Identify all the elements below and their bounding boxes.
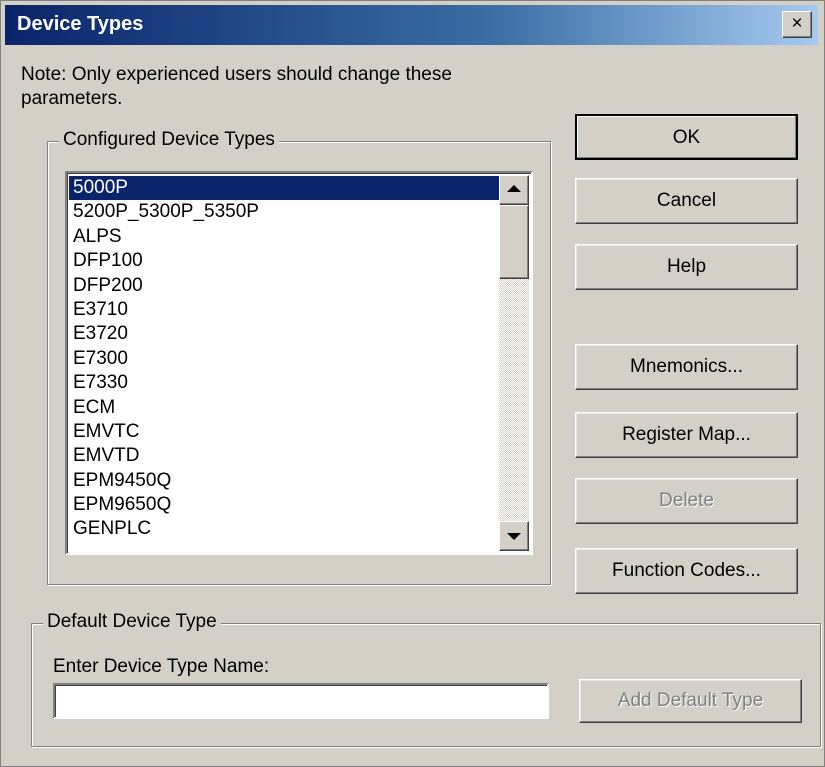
list-item[interactable]: DFP100: [69, 249, 499, 273]
device-type-name-label: Enter Device Type Name:: [53, 656, 270, 677]
close-icon[interactable]: ×: [782, 11, 812, 38]
configured-group-label: Configured Device Types: [59, 129, 279, 151]
device-type-list[interactable]: 5000P 5200P_5300P_5350P ALPS DFP100 DFP200 E3…: [65, 171, 533, 555]
list-item[interactable]: ALPS: [69, 225, 499, 249]
scroll-down-button[interactable]: [499, 521, 529, 551]
mnemonics-button[interactable]: Mnemonics...: [575, 344, 798, 390]
default-group-label: Default Device Type: [43, 611, 221, 633]
ok-button[interactable]: OK: [575, 114, 798, 160]
cancel-button[interactable]: Cancel: [575, 178, 798, 224]
help-button[interactable]: Help: [575, 244, 798, 290]
scroll-thumb[interactable]: [499, 205, 529, 279]
list-item[interactable]: ECM: [69, 396, 499, 420]
scroll-up-button[interactable]: [499, 175, 529, 205]
list-item[interactable]: 5200P_5300P_5350P: [69, 200, 499, 224]
register-map-button[interactable]: Register Map...: [575, 412, 798, 458]
list-item[interactable]: EPM9450Q: [69, 469, 499, 493]
note-text: Note: Only experienced users should chan…: [21, 64, 452, 109]
list-item[interactable]: DFP200: [69, 274, 499, 298]
list-item[interactable]: GENPLC: [69, 517, 499, 541]
window-title: Device Types: [17, 13, 144, 35]
scroll-down-arrow-icon: [507, 533, 521, 540]
list-item[interactable]: E3720: [69, 322, 499, 346]
add-default-type-button: Add Default Type: [579, 679, 802, 723]
list-item[interactable]: EPM9650Q: [69, 493, 499, 517]
list-item[interactable]: 5000P: [69, 176, 499, 201]
list-item[interactable]: E7330: [69, 371, 499, 395]
title-bar[interactable]: Device Types ×: [5, 5, 818, 45]
list-item[interactable]: E3710: [69, 298, 499, 322]
list-item[interactable]: E7300: [69, 347, 499, 371]
device-types-dialog: Device Types × Note: Only experienced us…: [0, 0, 825, 767]
function-codes-button[interactable]: Function Codes...: [575, 548, 798, 594]
list-item[interactable]: EMVTD: [69, 444, 499, 468]
scroll-up-arrow-icon: [507, 185, 521, 192]
list-item[interactable]: EMVTC: [69, 420, 499, 444]
device-type-name-input[interactable]: [53, 683, 549, 719]
delete-button: Delete: [575, 478, 798, 524]
list-scrollbar[interactable]: [499, 175, 529, 551]
device-type-list-items: 5000P 5200P_5300P_5350P ALPS DFP100 DFP200 E3…: [69, 176, 499, 542]
